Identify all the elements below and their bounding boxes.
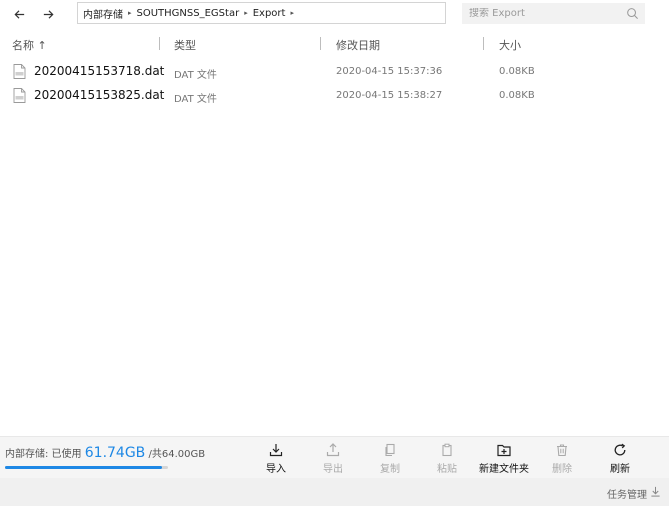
export-button[interactable]: 导出 — [303, 443, 363, 475]
search-box[interactable] — [462, 3, 645, 24]
trash-icon — [557, 444, 567, 457]
refresh-label: 刷新 — [610, 464, 630, 475]
file-modified-date: 2020-04-15 15:37:36 — [336, 66, 443, 77]
paste-label: 粘贴 — [437, 464, 457, 475]
storage-label: 内部存储: 已使用 — [5, 449, 82, 460]
storage-info: 内部存储: 已使用 61.74GB /共64.00GB — [5, 445, 205, 461]
file-icon — [13, 88, 26, 103]
copy-button[interactable]: 复制 — [360, 443, 420, 475]
new-folder-button[interactable]: 新建文件夹 — [474, 443, 534, 475]
breadcrumb-separator-icon: ▸ — [128, 9, 132, 17]
storage-progress-fill — [5, 466, 163, 469]
file-size: 0.08KB — [499, 90, 535, 101]
back-button[interactable] — [9, 5, 29, 23]
column-header-size[interactable]: 大小 — [499, 37, 521, 53]
refresh-button[interactable]: 刷新 — [590, 443, 650, 475]
column-header-type[interactable]: 类型 — [174, 37, 196, 53]
column-header-modified[interactable]: 修改日期 — [336, 37, 380, 53]
breadcrumb-separator-icon: ▸ — [290, 9, 294, 17]
refresh-icon — [614, 443, 626, 456]
paste-icon — [442, 443, 452, 457]
delete-label: 删除 — [552, 464, 572, 475]
file-name: 20200415153825.dat — [34, 88, 165, 102]
delete-button[interactable]: 删除 — [532, 443, 592, 475]
copy-icon — [385, 443, 395, 457]
export-label: 导出 — [323, 464, 343, 475]
file-size: 0.08KB — [499, 66, 535, 77]
column-divider[interactable] — [483, 37, 484, 50]
storage-progress-bar — [5, 466, 168, 469]
status-bar: 任务管理 — [0, 478, 669, 506]
arrow-left-icon — [13, 9, 24, 19]
download-icon[interactable] — [650, 486, 661, 497]
new-folder-icon — [497, 444, 511, 457]
search-input[interactable] — [469, 8, 609, 19]
paste-button[interactable]: 粘贴 — [417, 443, 477, 475]
column-divider[interactable] — [320, 37, 321, 50]
file-row[interactable]: 20200415153718.dat DAT 文件 2020-04-15 15:… — [0, 61, 669, 83]
forward-button[interactable] — [38, 5, 58, 23]
file-type: DAT 文件 — [174, 70, 217, 81]
column-headers: 名称 ↑ 类型 修改日期 大小 — [0, 33, 669, 55]
column-divider[interactable] — [159, 37, 160, 50]
breadcrumb-separator-icon: ▸ — [244, 9, 248, 17]
import-button[interactable]: 导入 — [246, 443, 306, 475]
file-name: 20200415153718.dat — [34, 64, 165, 78]
import-icon — [269, 444, 283, 457]
file-modified-date: 2020-04-15 15:38:27 — [336, 90, 443, 101]
storage-total: /共64.00GB — [148, 449, 206, 460]
breadcrumb-item-internal-storage[interactable]: 内部存储 — [83, 6, 123, 21]
file-row[interactable]: 20200415153825.dat DAT 文件 2020-04-15 15:… — [0, 85, 669, 107]
export-icon — [326, 443, 340, 457]
storage-used: 61.74GB — [84, 445, 146, 461]
breadcrumb[interactable]: 内部存储 ▸ SOUTHGNSS_EGStar ▸ Export ▸ — [77, 2, 446, 24]
file-type: DAT 文件 — [174, 94, 217, 105]
new-folder-label: 新建文件夹 — [479, 464, 529, 475]
task-manager-label[interactable]: 任务管理 — [607, 486, 647, 501]
copy-label: 复制 — [380, 464, 400, 475]
import-label: 导入 — [266, 464, 286, 475]
breadcrumb-item-export[interactable]: Export — [253, 8, 286, 19]
column-header-name[interactable]: 名称 ↑ — [12, 37, 47, 53]
search-icon[interactable] — [626, 7, 639, 20]
arrow-right-icon — [43, 9, 54, 19]
file-icon — [13, 64, 26, 79]
bottom-toolbar: 内部存储: 已使用 61.74GB /共64.00GB 导入 导出 复制 粘贴 … — [0, 436, 669, 478]
top-bar: 内部存储 ▸ SOUTHGNSS_EGStar ▸ Export ▸ — [0, 0, 669, 28]
breadcrumb-item-southgnss[interactable]: SOUTHGNSS_EGStar — [137, 8, 240, 19]
